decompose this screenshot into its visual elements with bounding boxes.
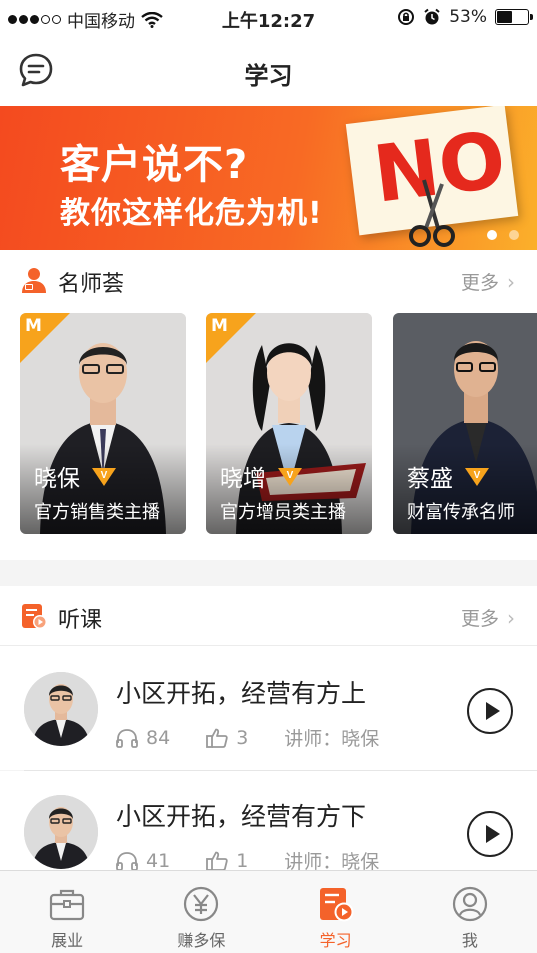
listen-count: 84 [146,726,171,749]
teacher-name-row: 晓保 V [34,459,118,493]
teacher-card[interactable]: M 晓保 V 官方销售类主播 [20,313,186,534]
more-label: 更多 [460,272,499,294]
teacher-card[interactable]: M 晓增 V 官方增员类主播 [206,313,372,534]
banner-subline: 教你这样化危为机! [60,196,323,231]
masters-title: 名师荟 [58,272,125,297]
svg-text:V: V [101,470,108,481]
lesson-meta: 41 1 讲师：晓保 [116,847,379,870]
teacher-name: 晓保 [34,466,80,492]
page-title: 学习 [244,62,293,90]
teacher-name-row: 蔡盛 V [407,459,491,493]
teacher-role: 财富传承名师 [407,502,515,523]
status-bar: 中国移动 上午12:27 53% [0,0,537,36]
headphones-icon [116,728,138,748]
tab-business[interactable]: 展业 [0,871,134,953]
thumbs-up-icon [206,851,228,870]
lesson-item[interactable]: 小区开拓，经营有方下 41 1 讲师：晓保 [0,771,537,870]
promo-banner[interactable]: 客户说不? 教你这样化危为机! NO [0,106,537,250]
tab-label: 我 [461,931,478,950]
tab-label: 学习 [319,931,352,950]
tab-earn[interactable]: 赚多保 [134,871,268,953]
study-icon [319,888,354,922]
teacher-name: 晓增 [220,466,266,492]
rotation-lock-icon [398,9,415,25]
chevron-right-icon: › [507,270,515,294]
lecturer-avatar [24,672,98,746]
m-badge-letter: M [211,316,228,336]
courses-title: 听课 [58,608,103,633]
lesson-meta: 84 3 讲师：晓保 [116,724,379,751]
teacher-name-row: 晓增 V [220,459,304,493]
courses-more-link[interactable]: 更多 › [461,604,515,631]
masters-header: 名师荟 更多 › [0,250,537,310]
lecturer-avatar [24,795,98,869]
banner-pager [487,230,519,240]
tab-study[interactable]: 学习 [269,871,403,953]
teacher-role: 官方销售类主播 [34,502,160,523]
lesson-item[interactable]: 小区开拓，经营有方上 84 3 讲师：晓保 [0,648,537,770]
tab-bar: 展业 赚多保 学习 我 [0,870,537,953]
teacher-card[interactable]: 蔡盛 V 财富传承名师 [393,313,537,534]
teacher-name: 蔡盛 [407,466,453,492]
verified-v-icon: V [465,468,489,486]
battery-icon [495,9,533,25]
listen-count: 41 [146,849,171,871]
tab-label: 赚多保 [177,931,226,950]
like-count: 1 [236,849,249,871]
alarm-icon [424,8,440,25]
play-button[interactable] [467,688,513,734]
lecturer-label: 讲师：晓保 [284,728,380,750]
teacher-carousel[interactable]: M 晓保 V 官方销售类主播 M 晓增 V 官方增员类主播 蔡盛 V 财富传承名… [20,313,537,535]
chevron-right-icon: › [507,606,515,630]
headphones-icon [116,851,138,870]
more-label: 更多 [460,608,499,630]
svg-text:V: V [287,470,294,481]
lesson-title: 小区开拓，经营有方下 [116,802,367,831]
m-badge-letter: M [25,316,42,336]
nav-bar: 学习 [0,36,537,106]
user-icon [452,886,487,922]
lecturer-label: 讲师：晓保 [284,851,380,870]
svg-text:V: V [474,470,481,481]
banner-headline: 客户说不? [60,142,249,188]
lesson-title: 小区开拓，经营有方上 [116,679,367,708]
tab-me[interactable]: 我 [403,871,537,953]
thumbs-up-icon [206,728,228,748]
tab-label: 展业 [51,931,84,950]
briefcase-icon [50,889,85,921]
verified-v-icon: V [278,468,302,486]
verified-v-icon: V [92,468,116,486]
yen-icon [184,886,219,922]
status-right: 53% [397,7,533,27]
pager-dot [487,230,497,240]
like-count: 3 [236,726,249,749]
teacher-icon [22,268,46,293]
masters-more-link[interactable]: 更多 › [461,268,515,295]
teacher-role: 官方增员类主播 [220,502,346,523]
course-icon [22,604,47,629]
battery-percent: 53% [449,7,487,27]
scissors-icon [409,179,455,247]
courses-section: 听课 更多 › [0,586,537,648]
courses-header: 听课 更多 › [0,586,537,646]
play-button[interactable] [467,811,513,857]
pager-dot [509,230,519,240]
